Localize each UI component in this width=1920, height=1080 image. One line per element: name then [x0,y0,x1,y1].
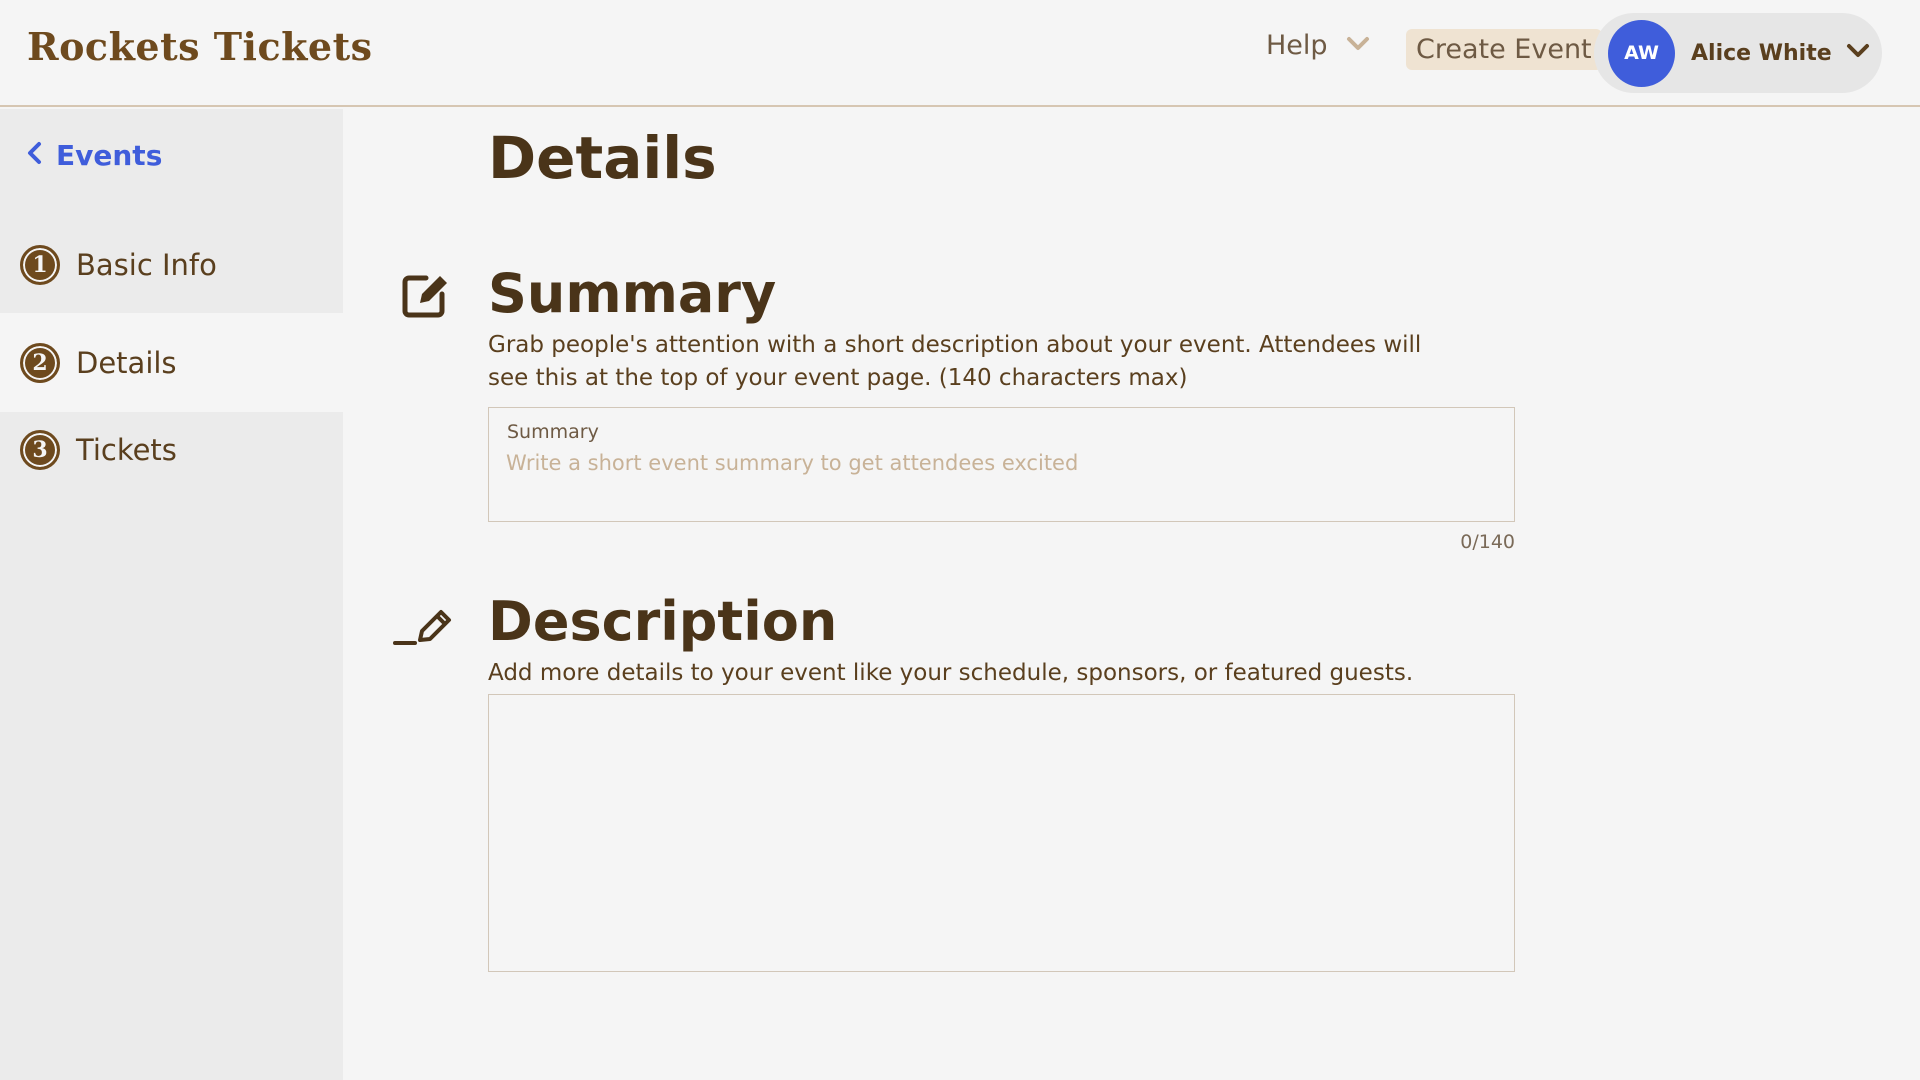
step-label: Details [76,345,177,380]
sidebar-step-basic-info[interactable]: 1 Basic Info [0,216,343,313]
summary-field-label: Summary [507,421,599,443]
chevron-left-icon [26,139,42,172]
summary-title: Summary [488,262,777,325]
edit-square-icon [400,270,450,324]
summary-field: Summary [488,407,1515,522]
avatar: AW [1608,19,1675,87]
help-label: Help [1266,30,1328,61]
description-editor[interactable] [488,694,1515,972]
summary-description: Grab people's attention with a short des… [488,332,1422,391]
sidebar: Events 1 Basic Info 2 Details 3 Tickets [0,109,343,1080]
description-title: Description [488,590,838,653]
step-number-badge: 2 [20,342,60,383]
step-label: Basic Info [76,247,217,282]
top-navbar: Rockets Tickets Help Create Event AW Ali… [0,0,1920,107]
description-description: Add more details to your event like your… [488,660,1414,686]
summary-input[interactable] [506,448,1486,478]
help-menu[interactable]: Help [1266,30,1370,61]
pencil-icon [393,604,459,652]
page-title: Details [488,124,717,192]
sidebar-step-tickets[interactable]: 3 Tickets [0,412,343,488]
step-label: Tickets [76,433,177,467]
brand-logo[interactable]: Rockets Tickets [27,24,373,69]
chevron-down-icon [1346,36,1370,56]
step-number-badge: 3 [20,430,60,470]
chevron-down-icon [1846,43,1870,63]
back-to-events-link[interactable]: Events [26,139,162,172]
sidebar-step-details[interactable]: 2 Details [0,313,343,412]
user-menu[interactable]: AW Alice White [1594,13,1882,93]
step-number-badge: 1 [20,244,60,285]
summary-character-counter: 0/140 [1460,531,1515,553]
create-event-button[interactable]: Create Event [1406,29,1602,70]
user-name: Alice White [1691,40,1832,66]
back-link-label: Events [56,139,163,172]
